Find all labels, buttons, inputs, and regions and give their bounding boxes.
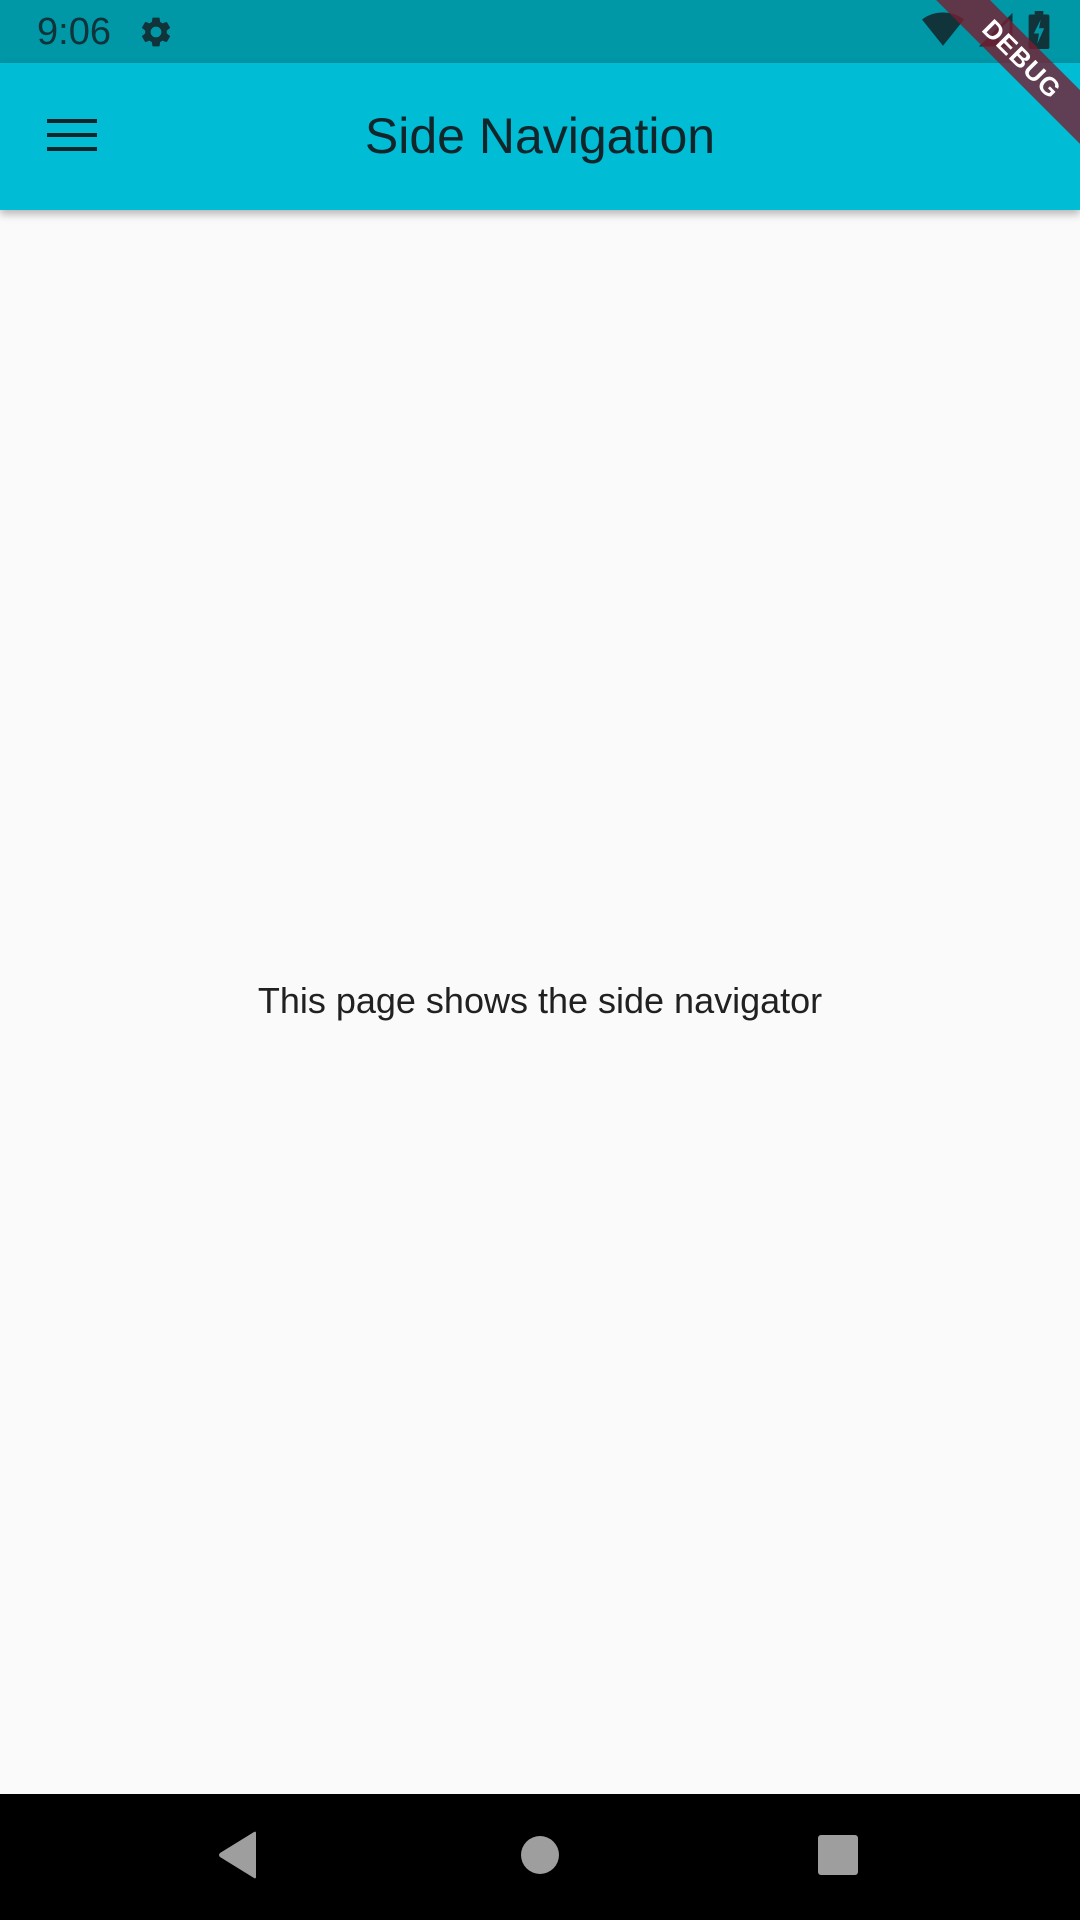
back-button[interactable] [203,1822,273,1892]
menu-button[interactable] [24,97,120,177]
body-message: This page shows the side navigator [257,980,823,1021]
recents-button[interactable] [803,1822,873,1892]
hamburger-menu-icon [47,117,97,158]
app-title-container: Side Navigation [0,63,1080,210]
home-button[interactable] [505,1822,575,1892]
gear-icon [138,14,174,50]
wifi-icon [922,12,964,53]
home-icon [520,1835,560,1880]
app-bar: Side Navigation [0,63,1080,210]
status-bar: 9:06 [0,0,1080,63]
screen: 9:06 Side Navigation This page shows the… [0,0,1080,1920]
system-nav-bar [0,1794,1080,1920]
main-content: This page shows the side navigator [0,210,1080,1794]
cell-signal-icon [978,12,1014,53]
recents-icon [817,1834,859,1881]
status-icons [922,10,1050,54]
back-icon [216,1831,260,1884]
app-title: Side Navigation [364,108,716,164]
battery-charging-icon [1028,10,1050,54]
status-time: 9:06 [37,11,111,53]
